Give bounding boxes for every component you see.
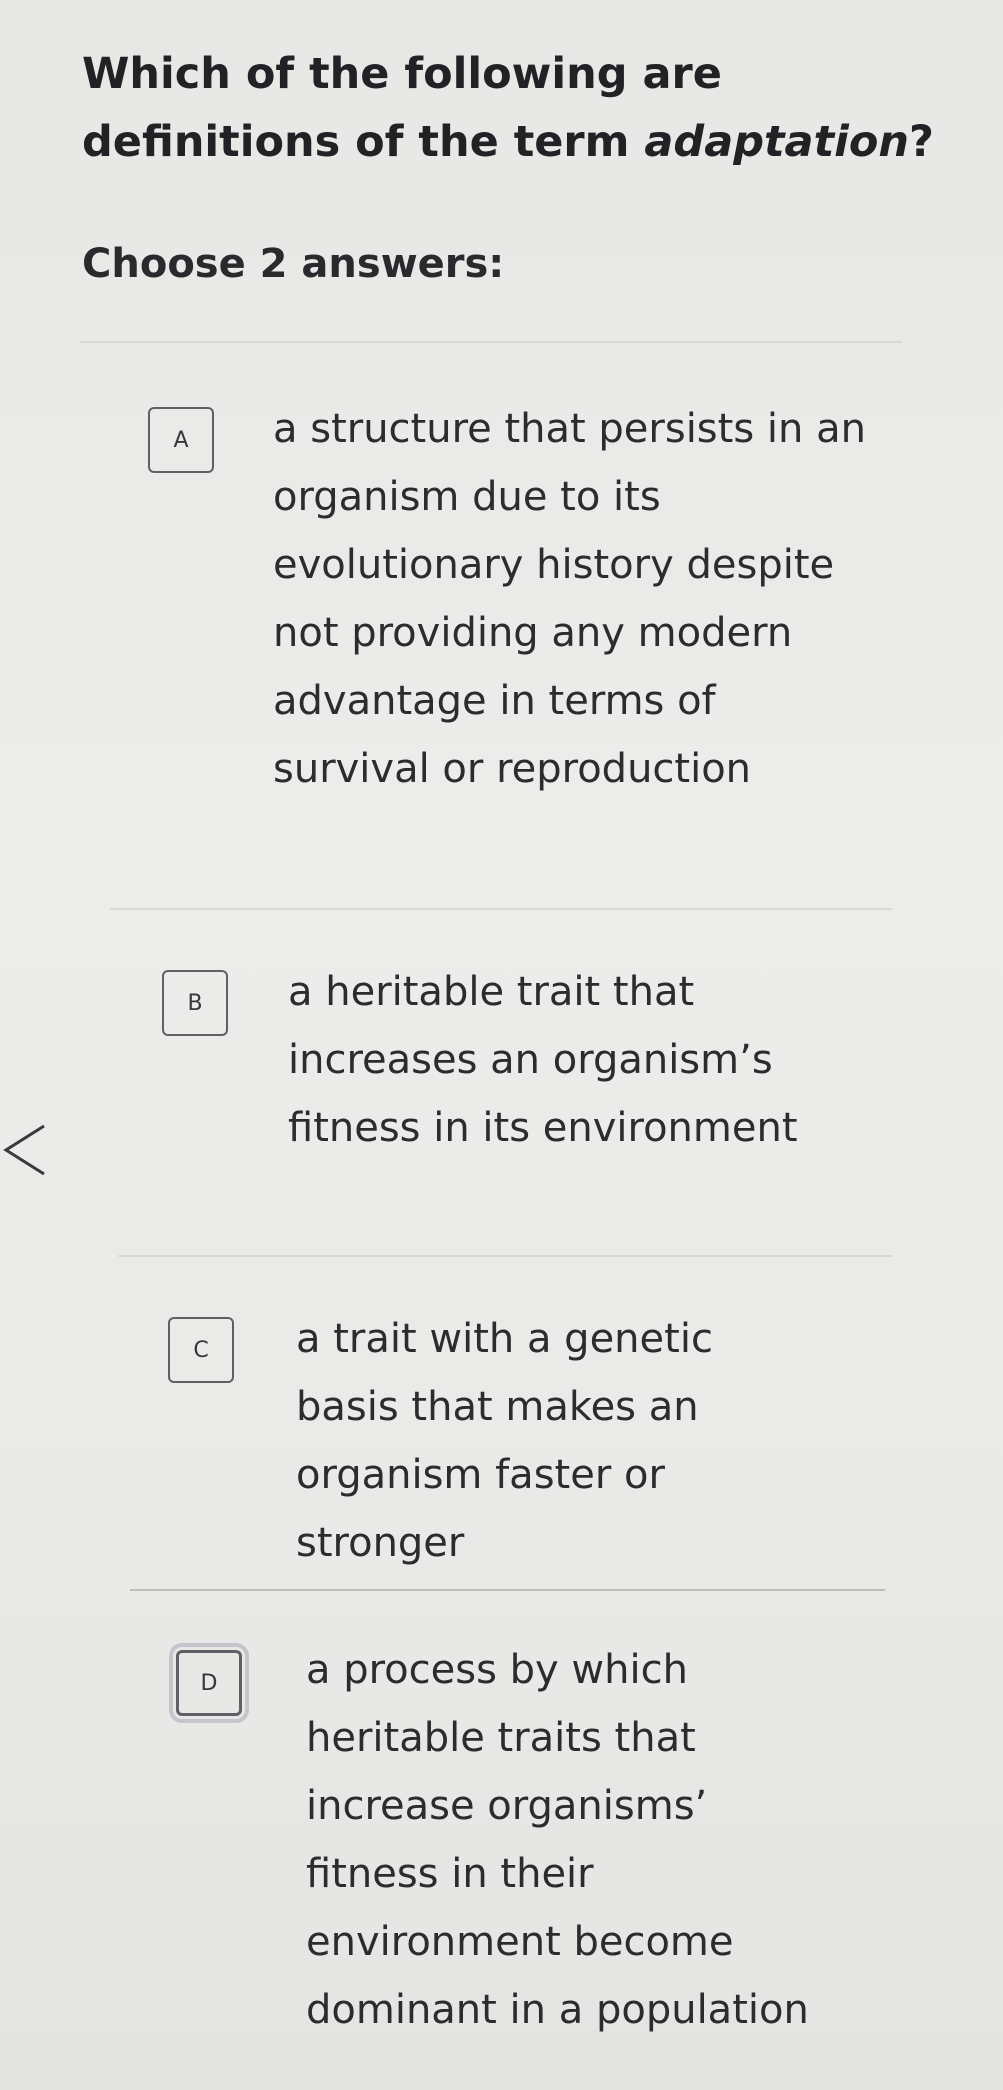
choice-b-letter-box[interactable]: B [162, 970, 228, 1036]
divider-ab [110, 908, 892, 910]
choice-c-text: a trait with a genetic basis that makes … [296, 1316, 713, 1566]
divider-top [80, 341, 902, 343]
chevron-left-icon[interactable] [0, 1120, 60, 1180]
question-suffix: ? [909, 117, 934, 167]
choice-b[interactable]: B a heritable trait that increases an or… [0, 958, 1003, 1238]
choice-c[interactable]: C a trait with a genetic basis that make… [0, 1305, 1003, 1575]
choice-a-text: a structure that persists in an organism… [273, 406, 866, 792]
choice-d-letter-box[interactable]: D [169, 1643, 249, 1723]
choice-a[interactable]: A a structure that persists in an organi… [0, 395, 1003, 895]
choice-d-text: a process by which heritable traits that… [306, 1647, 809, 2033]
choice-a-letter-box[interactable]: A [148, 407, 214, 473]
divider-cd [130, 1589, 885, 1591]
choice-b-text: a heritable trait that increases an orga… [288, 969, 798, 1151]
choice-d[interactable]: D a process by which heritable traits th… [0, 1636, 1003, 2056]
question-text: Which of the following are definitions o… [82, 40, 952, 176]
question-prefix: Which of the following are definitions o… [82, 49, 722, 167]
question-term: adaptation [644, 117, 910, 167]
choice-c-letter-box[interactable]: C [168, 1317, 234, 1383]
choose-instructions: Choose 2 answers: [82, 241, 505, 287]
divider-bc [118, 1255, 892, 1257]
